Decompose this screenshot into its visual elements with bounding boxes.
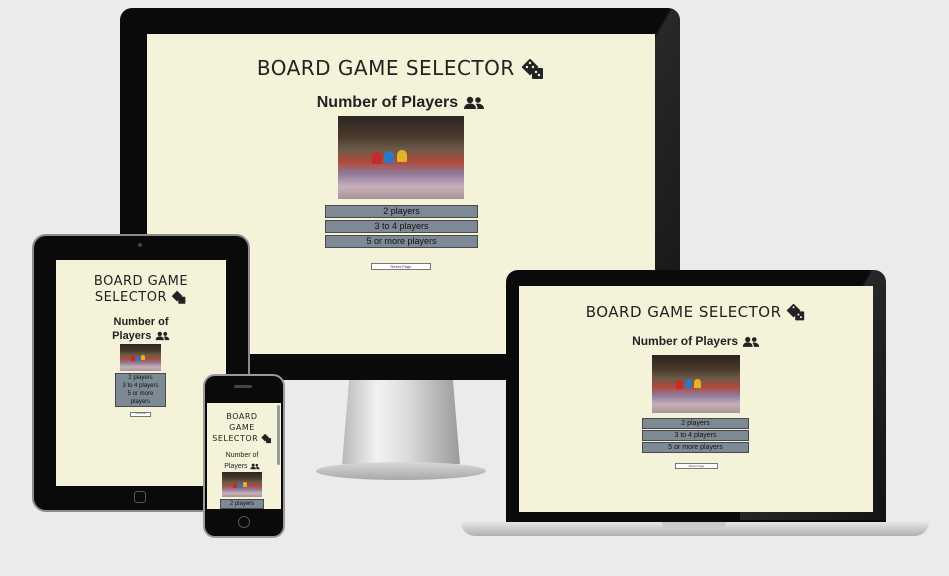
board-game-photo [120,344,161,371]
section-heading: Number of Players [147,92,655,112]
tablet-screen: BOARD GAME SELECTOR Number of Players 2 … [56,260,226,486]
tablet-home-button [134,491,146,503]
option-5-plus-players[interactable]: 5 or more players [642,442,749,453]
users-icon [464,96,485,109]
dice-icon [521,58,544,79]
option-5-plus-players[interactable]: 5 or more players [116,390,165,406]
reset-page-button[interactable]: Reset Page [675,463,718,469]
option-3-to-4-players[interactable]: 3 to 4 players [325,220,478,233]
reset-page-button[interactable]: Reset Page [371,263,431,270]
page-title: BOARD GAME SELECTOR [93,274,189,305]
monitor-neck [342,380,460,464]
dice-icon [171,290,186,304]
laptop-screen: BOARD GAME SELECTOR Number of Players 2 … [519,286,873,512]
board-game-photo [222,472,262,497]
phone-home-button [238,516,250,528]
page-title: BOARD GAME SELECTOR [519,303,873,322]
section-heading: Number of Players [112,316,170,342]
users-icon [155,331,170,341]
option-3-to-4-players[interactable]: 3 to 4 players [642,430,749,441]
option-3-to-4-players[interactable]: 3 to 4 players [116,382,165,390]
dice-icon [786,303,805,320]
users-icon [250,463,260,469]
option-2-players[interactable]: 2 players [325,205,478,218]
option-5-plus-players[interactable]: 5 or more players [325,235,478,248]
section-heading: Number of Players [224,452,260,470]
options-list: 2 players 3 to 4 players 5 or more playe… [115,373,166,407]
phone-screen: BOARD GAME SELECTOR Number of Players 2 … [207,403,281,509]
section-heading: Number of Players [519,334,873,348]
dice-icon [261,433,271,443]
phone-scrollbar[interactable] [277,405,280,465]
phone-speaker [234,385,252,388]
board-game-photo [338,116,464,199]
option-2-players[interactable]: 2 players [116,374,165,382]
option-2-players[interactable]: 2 players [642,418,749,429]
monitor-base [316,462,486,480]
board-game-photo [652,355,740,413]
tablet-camera [138,243,142,247]
page-title: BOARD GAME SELECTOR [207,411,277,444]
reset-page-button[interactable]: Reset Page [130,412,151,417]
option-2-players[interactable]: 2 players [220,499,264,509]
users-icon [742,336,760,347]
page-title: BOARD GAME SELECTOR [147,56,655,81]
laptop-notch [662,522,726,528]
